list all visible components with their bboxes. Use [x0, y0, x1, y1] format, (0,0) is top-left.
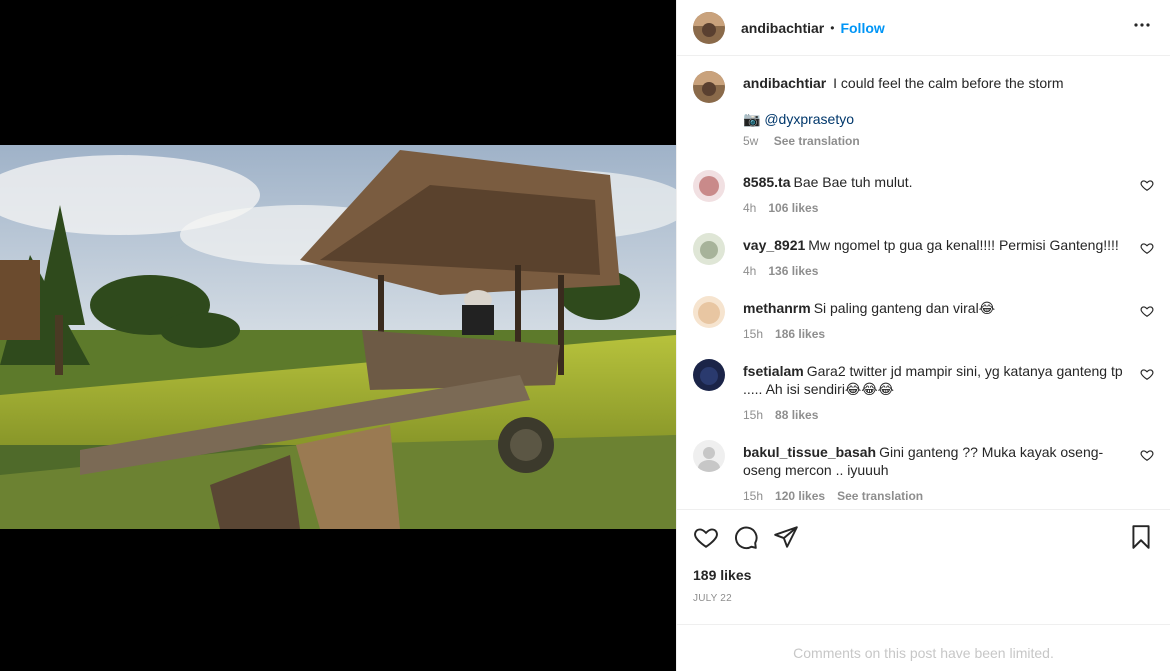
comment-text: Bae Bae tuh mulut. — [793, 174, 913, 190]
comment-bubble-icon[interactable] — [733, 524, 759, 550]
post-photo[interactable] — [0, 145, 676, 529]
comment-meta: 4h 136 likes — [743, 262, 1119, 280]
bookmark-save-icon[interactable] — [1128, 524, 1154, 550]
comment-likes[interactable]: 106 likes — [768, 201, 818, 215]
comment-age: 15h — [743, 327, 764, 341]
comments-list[interactable]: andibachtiar I could feel the calm befor… — [677, 57, 1170, 509]
more-horizontal-icon[interactable] — [1130, 13, 1154, 42]
comment-age: 4h — [743, 201, 757, 215]
comment-username[interactable]: methanrm — [743, 300, 811, 316]
comment-username[interactable]: vay_8921 — [743, 237, 805, 253]
like-heart-icon[interactable] — [693, 524, 719, 550]
comment-like-heart-icon[interactable] — [1140, 367, 1154, 381]
comment-like-heart-icon[interactable] — [1140, 241, 1154, 255]
post-actions: 189 likes JULY 22 — [677, 509, 1170, 624]
comment-text: Mw ngomel tp gua ga kenal!!!! Permisi Ga… — [808, 237, 1119, 253]
comment-like-heart-icon[interactable] — [1140, 448, 1154, 462]
comment-meta: 15h 186 likes — [743, 325, 995, 343]
comment-like-heart-icon[interactable] — [1140, 304, 1154, 318]
camera-emoji: 📷 — [743, 111, 761, 127]
comment-age: 4h — [743, 264, 757, 278]
caption-text: I could feel the calm before the storm — [833, 75, 1064, 91]
commenter-avatar[interactable] — [693, 296, 725, 328]
comment-age: 15h — [743, 408, 764, 422]
author-username[interactable]: andibachtiar — [741, 20, 824, 36]
comment-like-heart-icon[interactable] — [1140, 178, 1154, 192]
comment-text: Si paling ganteng dan viral😂 — [813, 300, 996, 316]
comment-age: 15h — [743, 489, 764, 503]
comment-username[interactable]: 8585.ta — [743, 174, 790, 190]
credit-mention[interactable]: @dyxprasetyo — [764, 111, 854, 127]
comment-meta: 15h 120 likes See translation — [743, 487, 1124, 505]
comment-item: bakul_tissue_basah Gini ganteng ?? Muka k… — [693, 440, 1154, 505]
author-avatar[interactable] — [693, 11, 725, 44]
comment-username[interactable]: bakul_tissue_basah — [743, 444, 876, 460]
post-sidebar: andibachtiar • Follow andibachtiar I cou… — [676, 0, 1170, 671]
comment-body: fsetialam Gara2 twitter jd mampir sini, y… — [743, 362, 1154, 424]
see-translation-link[interactable]: See translation — [837, 489, 923, 503]
comment-item: methanrm Si paling ganteng dan viral😂 15h… — [693, 296, 1154, 343]
caption-age: 5w — [743, 134, 759, 148]
caption-meta: 5w See translation — [743, 132, 1063, 150]
comment-username[interactable]: fsetialam — [743, 363, 804, 379]
comment-item: vay_8921 Mw ngomel tp gua ga kenal!!!! Pe… — [693, 233, 1154, 280]
comment-body: methanrm Si paling ganteng dan viral😂 15h… — [743, 299, 1025, 343]
caption-body: andibachtiar I could feel the calm befor… — [743, 74, 1093, 150]
commenter-avatar[interactable] — [693, 170, 725, 202]
like-count[interactable]: 189 likes — [693, 567, 1154, 583]
author-avatar[interactable] — [693, 71, 725, 103]
follow-button[interactable]: Follow — [840, 20, 884, 36]
comment-likes[interactable]: 120 likes — [775, 489, 825, 503]
instagram-post-modal: andibachtiar • Follow andibachtiar I cou… — [0, 0, 1170, 671]
commenter-avatar[interactable] — [693, 440, 725, 472]
comment-item: 8585.ta Bae Bae tuh mulut. 4h 106 likes — [693, 170, 1154, 217]
comments-limited-notice: Comments on this post have been limited. — [677, 624, 1170, 671]
action-icons — [693, 510, 1154, 564]
comment-body: bakul_tissue_basah Gini ganteng ?? Muka k… — [743, 443, 1154, 505]
photo-scene — [0, 145, 676, 529]
comment-meta: 15h 88 likes — [743, 406, 1124, 424]
see-translation-link[interactable]: See translation — [774, 134, 860, 148]
caption-username[interactable]: andibachtiar — [743, 75, 826, 91]
comment-likes[interactable]: 88 likes — [775, 408, 818, 422]
post-date[interactable]: JULY 22 — [693, 593, 1154, 604]
comment-item: fsetialam Gara2 twitter jd mampir sini, y… — [693, 359, 1154, 424]
post-media — [0, 0, 676, 671]
comment-meta: 4h 106 likes — [743, 199, 913, 217]
separator-dot: • — [830, 20, 835, 35]
commenter-avatar[interactable] — [693, 359, 725, 391]
comment-body: vay_8921 Mw ngomel tp gua ga kenal!!!! Pe… — [743, 236, 1149, 280]
comment-body: 8585.ta Bae Bae tuh mulut. 4h 106 likes — [743, 173, 943, 217]
commenter-avatar[interactable] — [693, 233, 725, 265]
caption-credit-line: 📷 @dyxprasetyo — [743, 110, 1063, 128]
comment-likes[interactable]: 136 likes — [768, 264, 818, 278]
post-header: andibachtiar • Follow — [677, 0, 1170, 56]
comment-likes[interactable]: 186 likes — [775, 327, 825, 341]
caption: andibachtiar I could feel the calm befor… — [693, 71, 1154, 150]
share-send-icon[interactable] — [773, 524, 799, 550]
